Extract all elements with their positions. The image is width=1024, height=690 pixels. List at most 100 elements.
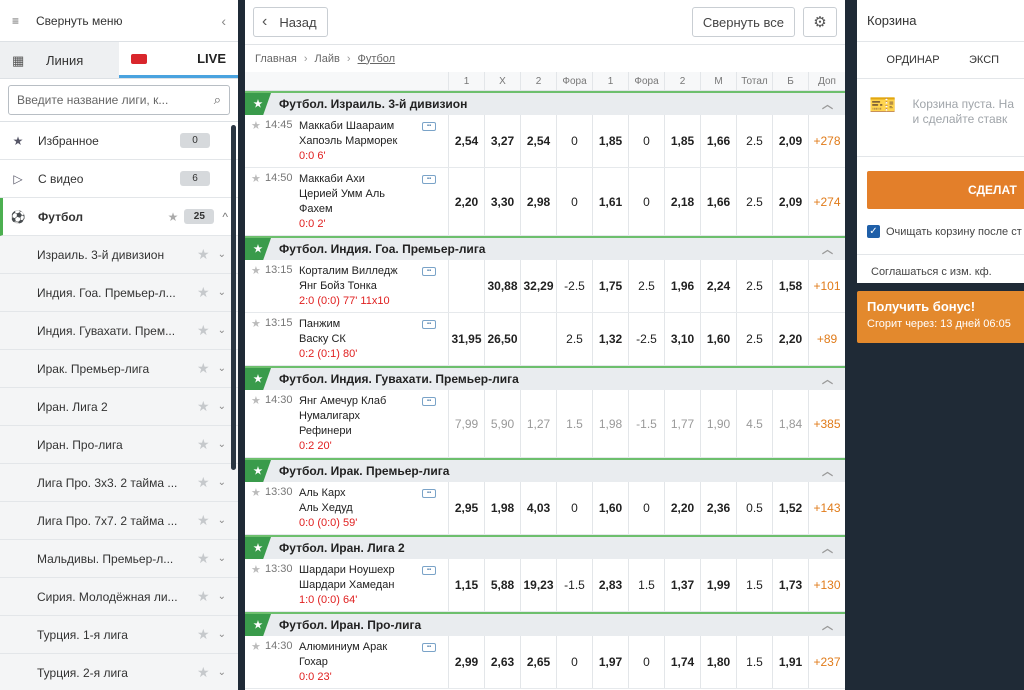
sidebar-league-item[interactable]: Иран. Про-лига ★ ⌄ xyxy=(0,426,238,464)
odds-button[interactable]: 4,03 xyxy=(520,482,556,534)
odds-button[interactable]: 2,54 xyxy=(448,115,484,167)
league-header[interactable]: ★ Футбол. Индия. Гувахати. Премьер-лига ︿ xyxy=(245,366,845,390)
odds-button[interactable]: 19,23 xyxy=(520,559,556,611)
chevron-down-icon[interactable]: ⌄ xyxy=(218,363,226,374)
team-name[interactable]: Корталим Вилледж xyxy=(299,264,419,279)
odds-button[interactable]: 2,20 xyxy=(664,482,700,534)
odds-button[interactable]: 1,58 xyxy=(772,260,808,312)
league-header[interactable]: ★ Футбол. Ирак. Премьер-лига ︿ xyxy=(245,458,845,482)
team-name[interactable]: Янг Бойз Тонка xyxy=(299,279,419,294)
team-name[interactable]: Васку СК xyxy=(299,332,419,347)
star-icon[interactable]: ★ xyxy=(197,246,210,263)
odds-button[interactable]: 1,96 xyxy=(664,260,700,312)
team-name[interactable]: Церией Умм Аль xyxy=(299,187,419,202)
league-search-input[interactable] xyxy=(17,93,214,107)
odds-button[interactable]: 1,97 xyxy=(592,636,628,688)
odds-button[interactable]: 1,60 xyxy=(700,313,736,365)
star-icon[interactable]: ★ xyxy=(251,640,265,684)
star-icon[interactable]: ★ xyxy=(197,474,210,491)
sidebar-item-football[interactable]: ⚽ Футбол ★ 25 ^ xyxy=(0,198,238,236)
team-name[interactable]: Рефинери xyxy=(299,424,419,439)
live-video-icon[interactable]: ▪▪ xyxy=(422,122,436,131)
odds-button[interactable]: 1,60 xyxy=(592,482,628,534)
team-name[interactable]: Алюминиум Арак xyxy=(299,640,419,655)
bonus-banner[interactable]: Получить бонус! Сгорит через: 13 дней 06… xyxy=(857,291,1024,343)
clear-slip-option[interactable]: ✓ Очищать корзину после ст xyxy=(857,209,1024,255)
odds-button[interactable]: 2,98 xyxy=(520,168,556,235)
star-icon[interactable]: ★ xyxy=(245,93,271,115)
breadcrumb-football[interactable]: Футбол xyxy=(358,53,396,65)
odds-button[interactable]: 2,36 xyxy=(700,482,736,534)
odds-button[interactable]: 1,75 xyxy=(592,260,628,312)
more-markets-link[interactable]: +89 xyxy=(808,313,845,365)
star-icon[interactable]: ★ xyxy=(245,368,271,390)
odds-button[interactable]: 1,77 xyxy=(664,390,700,457)
checkbox-checked-icon[interactable]: ✓ xyxy=(867,225,880,238)
tab-line[interactable]: ▦ Линия xyxy=(0,42,119,78)
chevron-up-icon[interactable]: ^ xyxy=(222,210,228,224)
odds-button[interactable]: 2,09 xyxy=(772,115,808,167)
star-icon[interactable]: ★ xyxy=(251,394,265,453)
star-icon[interactable]: ★ xyxy=(197,512,210,529)
star-icon[interactable]: ★ xyxy=(197,360,210,377)
live-video-icon[interactable]: ▪▪ xyxy=(422,566,436,575)
odds-button[interactable]: 1,37 xyxy=(664,559,700,611)
odds-button[interactable]: 1,66 xyxy=(700,115,736,167)
star-icon[interactable]: ★ xyxy=(197,550,210,567)
sidebar-league-item[interactable]: Израиль. 3-й дивизион ★ ⌄ xyxy=(0,236,238,274)
more-markets-link[interactable]: +385 xyxy=(808,390,845,457)
back-button[interactable]: ‹ Назад xyxy=(253,7,328,37)
collapse-menu-button[interactable]: ≡ Свернуть меню ‹ xyxy=(0,0,238,42)
tab-express[interactable]: ЭКСП xyxy=(969,54,999,66)
chevron-down-icon[interactable]: ⌄ xyxy=(218,249,226,260)
odds-button[interactable] xyxy=(448,260,484,312)
chevron-down-icon[interactable]: ⌄ xyxy=(218,515,226,526)
odds-button[interactable]: 7,99 xyxy=(448,390,484,457)
odds-button[interactable]: 1,61 xyxy=(592,168,628,235)
chevron-up-icon[interactable]: ︿ xyxy=(822,540,833,556)
odds-button[interactable]: 1,66 xyxy=(700,168,736,235)
team-name[interactable]: Янг Амечур Клаб xyxy=(299,394,419,409)
chevron-up-icon[interactable]: ︿ xyxy=(822,463,833,479)
star-icon[interactable]: ★ xyxy=(251,486,265,530)
team-name[interactable]: Панжим xyxy=(299,317,419,332)
star-icon[interactable]: ★ xyxy=(245,537,271,559)
odds-button[interactable]: 1,80 xyxy=(700,636,736,688)
odds-button[interactable]: 1,98 xyxy=(592,390,628,457)
odds-button[interactable]: 1,90 xyxy=(700,390,736,457)
star-icon[interactable]: ★ xyxy=(251,563,265,607)
chevron-down-icon[interactable]: ⌄ xyxy=(218,667,226,678)
odds-button[interactable]: 3,10 xyxy=(664,313,700,365)
odds-button[interactable]: 1,85 xyxy=(664,115,700,167)
sidebar-league-item[interactable]: Лига Про. 3х3. 2 тайма ... ★ ⌄ xyxy=(0,464,238,502)
more-markets-link[interactable]: +237 xyxy=(808,636,845,688)
live-video-icon[interactable]: ▪▪ xyxy=(422,267,436,276)
sidebar-league-item[interactable]: Иран. Лига 2 ★ ⌄ xyxy=(0,388,238,426)
team-name[interactable]: Шардари Хамедан xyxy=(299,578,419,593)
sidebar-league-item[interactable]: Ирак. Премьер-лига ★ ⌄ xyxy=(0,350,238,388)
team-name[interactable]: Шардари Ноушехр xyxy=(299,563,419,578)
odds-button[interactable]: 2,09 xyxy=(772,168,808,235)
chevron-down-icon[interactable]: ⌄ xyxy=(218,401,226,412)
team-name[interactable]: Маккаби Шаараим xyxy=(299,119,419,134)
team-name[interactable]: Аль Карх xyxy=(299,486,419,501)
sidebar-league-item[interactable]: Турция. 1-я лига ★ ⌄ xyxy=(0,616,238,654)
team-name[interactable]: Нумалигарх xyxy=(299,409,419,424)
team-name[interactable]: Гохар xyxy=(299,655,419,670)
league-header[interactable]: ★ Футбол. Иран. Лига 2 ︿ xyxy=(245,535,845,559)
tab-live[interactable]: LIVE xyxy=(119,42,238,78)
star-icon[interactable]: ★ xyxy=(197,626,210,643)
star-icon[interactable]: ★ xyxy=(251,119,265,163)
star-icon[interactable]: ★ xyxy=(245,238,271,260)
odds-button[interactable]: 2,99 xyxy=(448,636,484,688)
odds-button[interactable]: 1,73 xyxy=(772,559,808,611)
odds-button[interactable]: 2,20 xyxy=(448,168,484,235)
live-video-icon[interactable]: ▪▪ xyxy=(422,643,436,652)
settings-button[interactable]: ⚙ xyxy=(803,7,837,37)
odds-button[interactable]: 31,95 xyxy=(448,313,484,365)
odds-button[interactable]: 5,88 xyxy=(484,559,520,611)
odds-button[interactable]: 2,65 xyxy=(520,636,556,688)
odds-button[interactable]: 2,18 xyxy=(664,168,700,235)
more-markets-link[interactable]: +101 xyxy=(808,260,845,312)
chevron-up-icon[interactable]: ︿ xyxy=(822,617,833,633)
